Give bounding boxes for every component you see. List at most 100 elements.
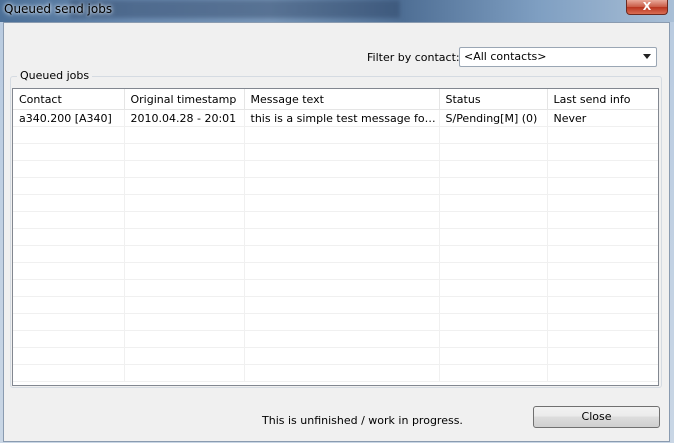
empty-cell bbox=[547, 347, 658, 365]
empty-row bbox=[13, 347, 658, 365]
empty-cell bbox=[547, 143, 658, 161]
empty-cell bbox=[439, 330, 548, 348]
empty-cell bbox=[244, 364, 440, 382]
empty-cell bbox=[13, 313, 125, 331]
empty-cell bbox=[439, 296, 548, 314]
empty-cell bbox=[244, 177, 440, 195]
cell-message: this is a simple test message for se... bbox=[244, 109, 440, 127]
empty-row bbox=[13, 364, 658, 382]
empty-cell bbox=[547, 262, 658, 280]
empty-cell bbox=[244, 194, 440, 212]
empty-cell bbox=[244, 143, 440, 161]
empty-cell bbox=[547, 330, 658, 348]
empty-cell bbox=[439, 347, 548, 365]
empty-cell bbox=[547, 177, 658, 195]
empty-cell bbox=[439, 245, 548, 263]
empty-cell bbox=[244, 228, 440, 246]
empty-row bbox=[13, 279, 658, 297]
empty-cell bbox=[244, 330, 440, 348]
cell-contact: a340.200 [A340] bbox=[13, 109, 125, 127]
empty-cell bbox=[13, 364, 125, 382]
empty-cell bbox=[547, 126, 658, 144]
window-frame: Queued send jobs X Filter by contact: <A… bbox=[0, 0, 674, 443]
column-header-contact[interactable]: Contact bbox=[13, 89, 125, 110]
title-bar[interactable]: Queued send jobs X bbox=[0, 0, 674, 22]
empty-cell bbox=[124, 313, 245, 331]
column-header-status[interactable]: Status bbox=[439, 89, 548, 110]
empty-row bbox=[13, 330, 658, 348]
filter-label: Filter by contact: bbox=[367, 51, 460, 64]
empty-row bbox=[13, 245, 658, 263]
empty-cell bbox=[439, 364, 548, 382]
empty-cell bbox=[244, 160, 440, 178]
empty-row bbox=[13, 262, 658, 280]
empty-cell bbox=[124, 143, 245, 161]
empty-cell bbox=[244, 262, 440, 280]
table-row[interactable]: a340.200 [A340] 2010.04.28 - 20:01 this … bbox=[13, 109, 658, 127]
empty-cell bbox=[439, 262, 548, 280]
empty-cell bbox=[124, 279, 245, 297]
empty-cell bbox=[244, 347, 440, 365]
contact-filter-dropdown[interactable]: <All contacts> bbox=[459, 47, 657, 67]
empty-cell bbox=[124, 211, 245, 229]
empty-cell bbox=[124, 364, 245, 382]
empty-cell bbox=[13, 296, 125, 314]
title-bar-background bbox=[70, 0, 400, 18]
empty-cell bbox=[439, 143, 548, 161]
chevron-down-icon bbox=[643, 54, 651, 59]
empty-cell bbox=[244, 279, 440, 297]
empty-cell bbox=[439, 211, 548, 229]
close-button[interactable]: Close bbox=[533, 406, 660, 428]
empty-cell bbox=[13, 262, 125, 280]
empty-cell bbox=[124, 160, 245, 178]
cell-timestamp: 2010.04.28 - 20:01 bbox=[124, 109, 245, 127]
empty-cell bbox=[13, 245, 125, 263]
empty-row bbox=[13, 313, 658, 331]
empty-cell bbox=[244, 313, 440, 331]
empty-cell bbox=[547, 194, 658, 212]
empty-cell bbox=[13, 177, 125, 195]
empty-cell bbox=[547, 245, 658, 263]
empty-cell bbox=[124, 262, 245, 280]
empty-cell bbox=[13, 126, 125, 144]
empty-row bbox=[13, 143, 658, 161]
window-close-button[interactable]: X bbox=[626, 0, 668, 15]
empty-cell bbox=[244, 211, 440, 229]
empty-cell bbox=[124, 347, 245, 365]
empty-cell bbox=[547, 211, 658, 229]
empty-cell bbox=[547, 296, 658, 314]
empty-cell bbox=[547, 364, 658, 382]
contact-filter-value: <All contacts> bbox=[464, 50, 547, 63]
queued-jobs-list[interactable]: Contact Original timestamp Message text … bbox=[12, 88, 659, 386]
empty-cell bbox=[439, 279, 548, 297]
column-header-last-send[interactable]: Last send info bbox=[547, 89, 658, 110]
column-header-message[interactable]: Message text bbox=[244, 89, 440, 110]
jobs-table: Contact Original timestamp Message text … bbox=[13, 89, 658, 382]
empty-row bbox=[13, 177, 658, 195]
empty-cell bbox=[439, 160, 548, 178]
empty-cell bbox=[13, 211, 125, 229]
empty-row bbox=[13, 194, 658, 212]
empty-cell bbox=[13, 279, 125, 297]
column-header-timestamp[interactable]: Original timestamp bbox=[124, 89, 245, 110]
empty-cell bbox=[547, 313, 658, 331]
empty-row bbox=[13, 160, 658, 178]
empty-row bbox=[13, 126, 658, 144]
empty-cell bbox=[439, 126, 548, 144]
empty-cell bbox=[124, 228, 245, 246]
empty-cell bbox=[439, 228, 548, 246]
empty-cell bbox=[547, 279, 658, 297]
header-row: Contact Original timestamp Message text … bbox=[13, 89, 658, 110]
empty-cell bbox=[13, 347, 125, 365]
empty-cell bbox=[13, 330, 125, 348]
empty-cell bbox=[244, 245, 440, 263]
cell-status: S/Pending[M] (0) bbox=[439, 109, 548, 127]
empty-row bbox=[13, 211, 658, 229]
dialog-body: Filter by contact: <All contacts> Queued… bbox=[3, 22, 670, 442]
empty-cell bbox=[547, 160, 658, 178]
cell-last-send: Never bbox=[547, 109, 658, 127]
empty-row bbox=[13, 228, 658, 246]
window-title: Queued send jobs bbox=[4, 2, 113, 16]
empty-cell bbox=[124, 194, 245, 212]
empty-cell bbox=[124, 296, 245, 314]
